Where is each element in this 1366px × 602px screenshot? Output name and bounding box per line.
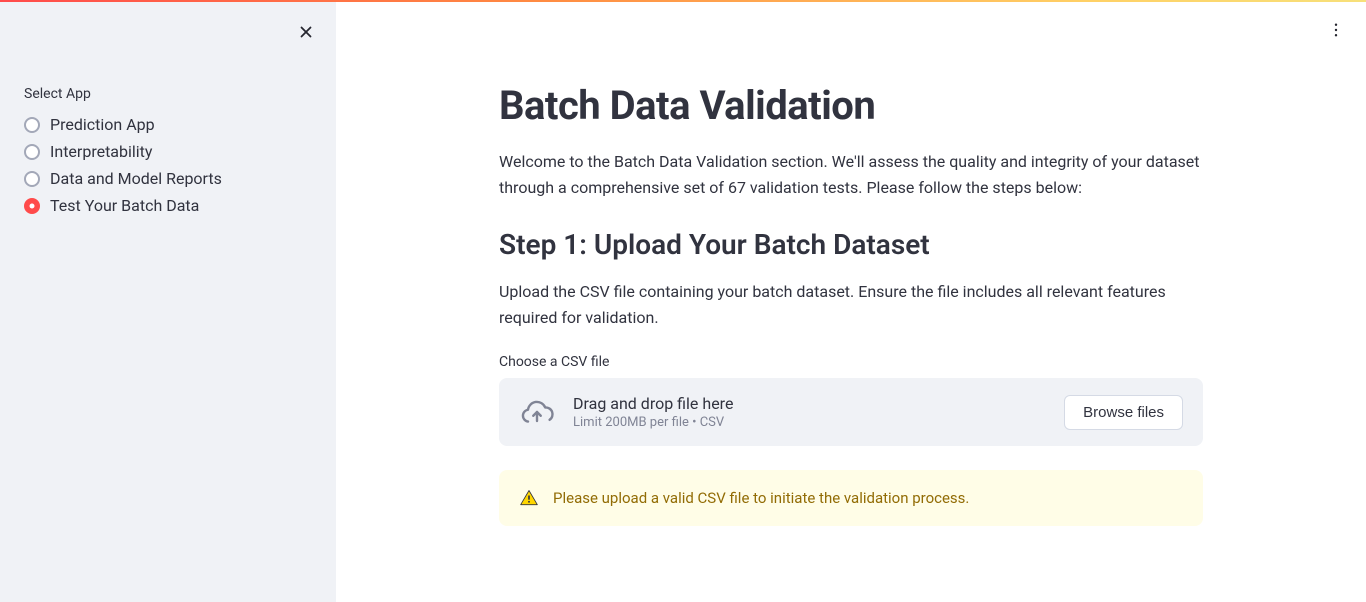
radio-label: Interpretability [50,142,152,161]
sidebar-group-label: Select App [24,86,312,102]
uploader-text-block: Drag and drop file here Limit 200MB per … [573,394,1046,430]
app-radio-group: Prediction App Interpretability Data and… [24,114,312,216]
radio-interpretability[interactable]: Interpretability [24,141,312,162]
sidebar: Select App Prediction App Interpretabili… [0,2,336,602]
browse-files-button[interactable]: Browse files [1064,395,1183,430]
intro-text: Welcome to the Batch Data Validation sec… [499,149,1203,200]
radio-label: Test Your Batch Data [50,196,199,215]
close-sidebar-button[interactable] [292,18,320,46]
uploader-sub-text: Limit 200MB per file • CSV [573,415,1046,430]
cloud-upload-icon [519,394,555,430]
radio-data-model-reports[interactable]: Data and Model Reports [24,168,312,189]
radio-circle-icon [24,117,40,133]
radio-label: Data and Model Reports [50,169,222,188]
step1-description: Upload the CSV file containing your batc… [499,279,1203,330]
uploader-main-text: Drag and drop file here [573,394,1046,413]
file-uploader-label: Choose a CSV file [499,354,1203,370]
file-uploader-dropzone[interactable]: Drag and drop file here Limit 200MB per … [499,378,1203,446]
warning-triangle-icon [519,488,539,508]
app-menu-button[interactable] [1322,16,1350,44]
step1-title: Step 1: Upload Your Batch Dataset [499,228,1203,261]
close-icon [297,23,315,41]
page-title: Batch Data Validation [499,82,1203,129]
app-layout: Select App Prediction App Interpretabili… [0,2,1366,602]
main-panel: Batch Data Validation Welcome to the Bat… [336,2,1366,602]
warning-text: Please upload a valid CSV file to initia… [553,489,969,507]
radio-circle-icon [24,171,40,187]
radio-circle-icon [24,198,40,214]
radio-label: Prediction App [50,115,155,134]
radio-test-batch-data[interactable]: Test Your Batch Data [24,195,312,216]
kebab-menu-icon [1327,21,1345,39]
radio-circle-icon [24,144,40,160]
radio-prediction-app[interactable]: Prediction App [24,114,312,135]
warning-box: Please upload a valid CSV file to initia… [499,470,1203,526]
content-container: Batch Data Validation Welcome to the Bat… [499,2,1203,566]
